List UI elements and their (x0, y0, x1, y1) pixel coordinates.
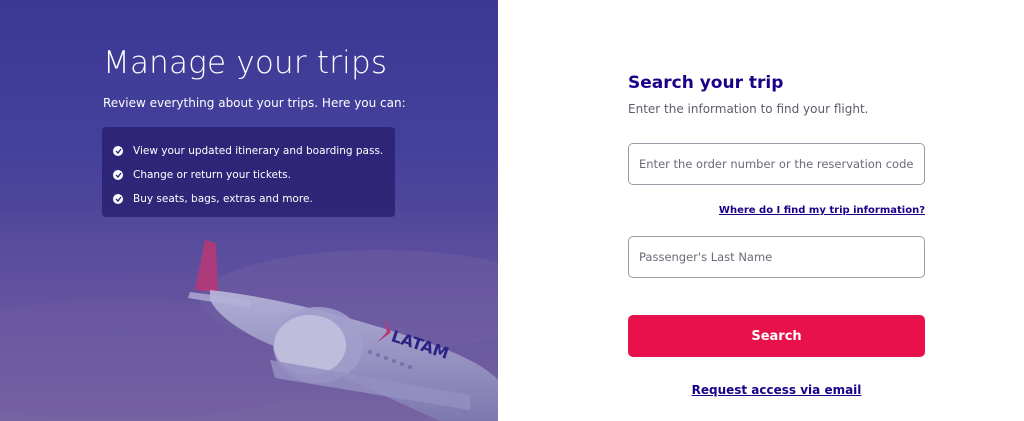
last-name-input[interactable] (628, 236, 925, 278)
request-email-access-link[interactable]: Request access via email (628, 383, 925, 397)
feature-item: Buy seats, bags, extras and more. (113, 187, 395, 211)
trip-info-help-link[interactable]: Where do I find my trip information? (719, 205, 925, 216)
feature-label: Change or return your tickets. (133, 169, 291, 181)
check-circle-icon (113, 194, 123, 204)
search-button[interactable]: Search (628, 315, 925, 357)
feature-label: View your updated itinerary and boarding… (133, 145, 384, 157)
form-subtitle: Enter the information to find your fligh… (628, 102, 869, 116)
hero-title: Manage your trips (103, 45, 388, 81)
features-list: View your updated itinerary and boarding… (102, 127, 395, 217)
feature-item: View your updated itinerary and boarding… (113, 139, 395, 163)
check-circle-icon (113, 170, 123, 180)
order-number-input[interactable] (628, 143, 925, 185)
hero-subtitle: Review everything about your trips. Here… (103, 96, 406, 110)
feature-label: Buy seats, bags, extras and more. (133, 193, 313, 205)
check-circle-icon (113, 146, 123, 156)
feature-item: Change or return your tickets. (113, 163, 395, 187)
form-title: Search your trip (628, 73, 784, 93)
hero-panel: LATAM Manage your trips Review everythin… (0, 0, 498, 421)
